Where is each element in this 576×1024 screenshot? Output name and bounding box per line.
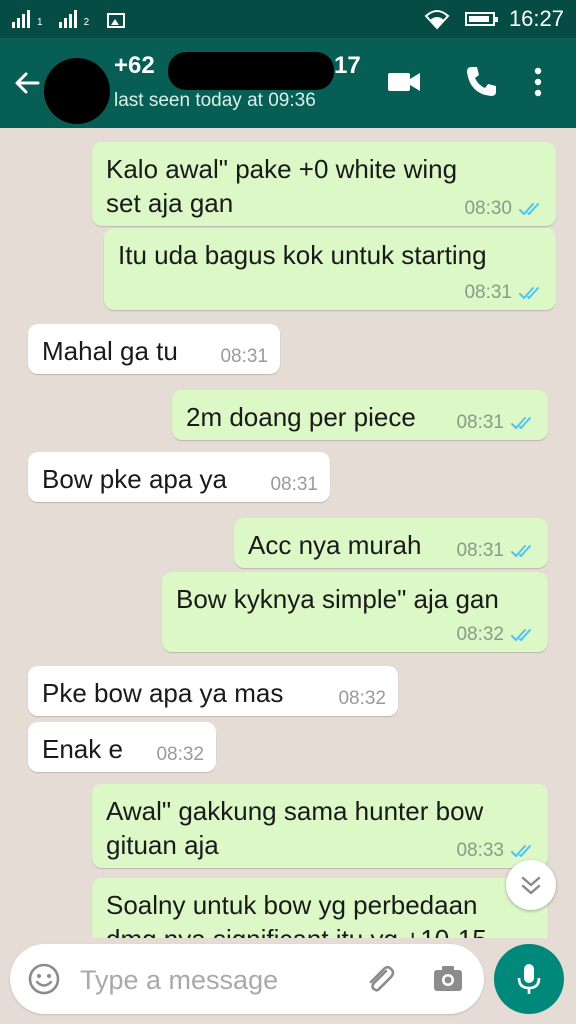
double-check-icon <box>519 287 539 299</box>
message-meta: 08:31 <box>220 346 268 368</box>
status-right: 16:27 <box>423 6 564 32</box>
message-list[interactable]: Kalo awal" pake +0 white wing set aja ga… <box>0 128 576 938</box>
double-check-icon <box>511 545 531 557</box>
message-time: 08:32 <box>156 744 204 765</box>
message-meta: 08:33 <box>456 840 536 862</box>
paperclip-icon[interactable] <box>362 961 398 997</box>
emoji-icon[interactable] <box>26 961 62 997</box>
message-meta: 08:31 <box>456 540 536 562</box>
incoming-message-bubble[interactable]: Mahal ga tu 08:31 <box>28 324 280 374</box>
mic-icon <box>517 964 541 994</box>
message-text: Itu uda bagus kok untuk starting <box>118 240 487 270</box>
signal-icon-sim1 <box>12 8 30 28</box>
signal-icon-sim2 <box>58 8 77 28</box>
message-time: 08:33 <box>456 840 504 861</box>
composer-bar <box>10 944 484 1014</box>
message-text: Acc nya murah <box>248 530 422 560</box>
scroll-to-bottom-button[interactable] <box>506 860 556 910</box>
message-text: Pke bow apa ya mas <box>42 678 284 708</box>
message-time: 08:32 <box>338 688 386 709</box>
message-text: Kalo awal" pake +0 white wing set aja ga… <box>106 154 458 218</box>
chevron-down-double-icon <box>521 876 541 895</box>
outgoing-message-bubble[interactable]: Soalny untuk bow yg perbedaan dmg nya si… <box>92 878 548 938</box>
double-check-icon <box>511 845 531 857</box>
video-call-icon[interactable] <box>384 62 424 102</box>
message-meta: 08:32 <box>156 744 204 766</box>
incoming-message-bubble[interactable]: Pke bow apa ya mas 08:32 <box>28 666 398 716</box>
message-text: Bow pke apa ya <box>42 464 228 494</box>
outgoing-message-bubble[interactable]: Acc nya murah 08:31 <box>234 518 548 568</box>
outgoing-message-bubble[interactable]: Bow kyknya simple" aja gan 08:32 <box>162 572 548 652</box>
outgoing-message-bubble[interactable]: Kalo awal" pake +0 white wing set aja ga… <box>92 142 556 226</box>
battery-icon <box>464 12 498 26</box>
message-input[interactable] <box>78 958 352 1002</box>
camera-icon[interactable] <box>430 961 466 997</box>
contact-name-suffix[interactable]: 17 <box>334 52 361 80</box>
message-time: 08:31 <box>464 282 512 303</box>
message-meta: 08:31 <box>456 412 536 434</box>
wifi-icon <box>424 10 450 30</box>
redacted-number <box>168 52 334 90</box>
outgoing-message-bubble[interactable]: Itu uda bagus kok untuk starting 08:31 <box>104 228 556 310</box>
message-time: 08:31 <box>456 412 504 433</box>
outgoing-message-bubble[interactable]: 2m doang per piece 08:31 <box>172 390 548 440</box>
more-vert-icon[interactable] <box>518 62 558 102</box>
mic-button[interactable] <box>494 944 564 1014</box>
sim1-label: 1 <box>37 17 43 28</box>
message-meta: 08:32 <box>338 688 386 710</box>
message-text: 2m doang per piece <box>186 402 416 432</box>
message-time: 08:31 <box>456 540 504 561</box>
back-arrow-icon[interactable] <box>10 66 44 100</box>
image-icon <box>107 13 126 28</box>
chat-header: +62 17 last seen today at 09:36 <box>0 38 576 128</box>
sim2-label: 2 <box>83 17 90 28</box>
status-bar: 1 2 16:27 <box>0 0 576 38</box>
message-text: Awal" gakkung sama hunter bow gituan aja <box>106 796 484 860</box>
double-check-icon <box>519 203 539 215</box>
clock: 16:27 <box>508 6 564 31</box>
double-check-icon <box>511 629 531 641</box>
phone-icon[interactable] <box>460 62 500 102</box>
last-seen: last seen today at 09:36 <box>114 90 316 111</box>
message-meta: 08:30 <box>464 198 544 220</box>
incoming-message-bubble[interactable]: Enak e 08:32 <box>28 722 216 772</box>
double-check-icon <box>511 417 531 429</box>
message-text: Bow kyknya simple" aja gan <box>176 584 499 614</box>
status-left: 1 2 <box>12 8 126 28</box>
contact-avatar[interactable] <box>44 58 110 124</box>
message-meta: 08:31 <box>464 282 544 304</box>
message-meta: 08:31 <box>270 474 318 496</box>
message-time: 08:31 <box>270 474 318 495</box>
message-time: 08:32 <box>456 624 504 645</box>
outgoing-message-bubble[interactable]: Awal" gakkung sama hunter bow gituan aja… <box>92 784 548 868</box>
message-text: Mahal ga tu <box>42 336 178 366</box>
message-time: 08:30 <box>464 198 512 219</box>
message-meta: 08:32 <box>456 624 536 646</box>
message-text: Soalny untuk bow yg perbedaan dmg nya si… <box>106 890 487 938</box>
message-text: Enak e <box>42 734 123 764</box>
incoming-message-bubble[interactable]: Bow pke apa ya 08:31 <box>28 452 330 502</box>
message-time: 08:31 <box>220 346 268 367</box>
contact-name-prefix[interactable]: +62 <box>114 52 155 80</box>
